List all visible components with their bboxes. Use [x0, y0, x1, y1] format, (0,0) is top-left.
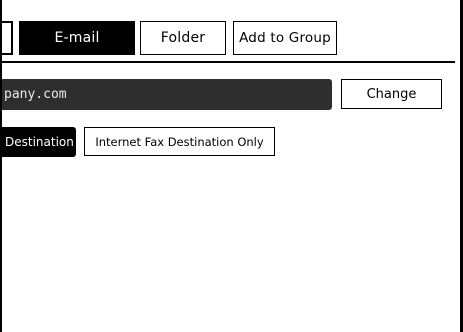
change-button[interactable]: Change — [341, 79, 442, 109]
internet-fax-destination-only-button[interactable]: Internet Fax Destination Only — [84, 127, 275, 156]
tab-email[interactable]: E-mail — [19, 21, 135, 55]
tab-divider — [2, 61, 455, 63]
email-settings-screen: E-mail Folder Add to Group pany.com Chan… — [0, 0, 463, 332]
tab-add-to-group[interactable]: Add to Group — [233, 21, 337, 55]
email-address-field[interactable]: pany.com — [2, 79, 332, 110]
tab-previous-partial[interactable] — [2, 21, 13, 55]
destination-button[interactable]: Destination — [2, 127, 76, 157]
email-address-value: pany.com — [4, 87, 67, 102]
tab-folder[interactable]: Folder — [140, 21, 226, 55]
